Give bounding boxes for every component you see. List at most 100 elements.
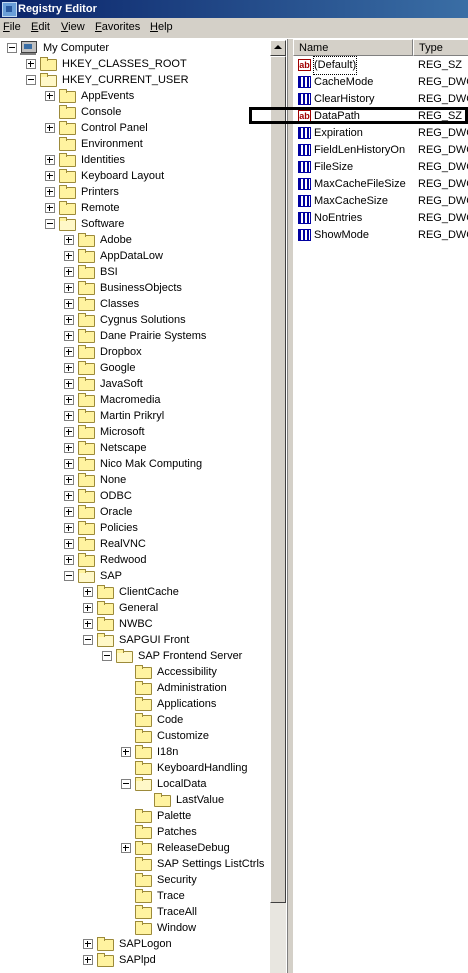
value-row[interactable]: ShowMode REG_DWC: [293, 227, 468, 244]
binary-value-icon: [298, 127, 311, 139]
tree-node-label: ClientCache: [119, 586, 179, 598]
folder-icon: [135, 889, 152, 903]
folder-icon: [78, 377, 95, 391]
column-header-name[interactable]: Name: [293, 39, 413, 56]
menu-favorites[interactable]: Favorites: [95, 21, 140, 33]
collapse-minus-icon[interactable]: [64, 571, 74, 581]
scroll-up-button[interactable]: [270, 40, 286, 56]
value-row[interactable]: ClearHistory REG_DWC: [293, 91, 468, 108]
column-header-type[interactable]: Type: [413, 39, 468, 56]
tree-node-label: Security: [157, 874, 197, 886]
scroll-thumb[interactable]: [270, 56, 286, 903]
collapse-minus-icon[interactable]: [7, 43, 17, 53]
folder-icon: [78, 233, 95, 247]
value-row[interactable]: FileSize REG_DWC: [293, 159, 468, 176]
folder-icon: [78, 313, 95, 327]
expand-plus-icon[interactable]: [121, 843, 131, 853]
collapse-minus-icon[interactable]: [26, 75, 36, 85]
expand-plus-icon[interactable]: [64, 523, 74, 533]
value-name: NoEntries: [314, 212, 363, 224]
expand-plus-icon[interactable]: [64, 299, 74, 309]
menu-view[interactable]: View: [61, 21, 85, 33]
tree-node-label: Window: [157, 922, 197, 934]
expand-plus-icon[interactable]: [64, 491, 74, 501]
expand-plus-icon[interactable]: [83, 587, 93, 597]
expand-plus-icon[interactable]: [64, 363, 74, 373]
expand-plus-icon[interactable]: [64, 427, 74, 437]
expand-plus-icon[interactable]: [45, 91, 55, 101]
menu-file[interactable]: File: [3, 21, 21, 33]
folder-icon: [59, 169, 76, 183]
value-type: REG_DWC: [418, 195, 468, 207]
expand-plus-icon[interactable]: [64, 283, 74, 293]
expand-plus-icon[interactable]: [64, 315, 74, 325]
folder-icon: [135, 921, 152, 935]
tree-node-label: Google: [100, 362, 136, 374]
expand-plus-icon[interactable]: [64, 555, 74, 565]
menu-edit[interactable]: Edit: [31, 21, 50, 33]
tree-vertical-scrollbar[interactable]: [270, 40, 286, 973]
expand-plus-icon[interactable]: [83, 939, 93, 949]
value-row[interactable]: MaxCacheFileSize REG_DWC: [293, 176, 468, 193]
expand-plus-icon[interactable]: [64, 539, 74, 549]
expand-plus-icon[interactable]: [64, 331, 74, 341]
tree-node-label: Netscape: [100, 442, 147, 454]
expand-plus-icon[interactable]: [83, 955, 93, 965]
folder-icon: [135, 729, 152, 743]
value-row[interactable]: Expiration REG_DWC: [293, 125, 468, 142]
folder-icon: [97, 617, 114, 631]
pane-splitter[interactable]: [288, 39, 292, 973]
expand-plus-icon[interactable]: [26, 59, 36, 69]
highlight-annotation-box: [249, 107, 468, 124]
collapse-minus-icon[interactable]: [121, 779, 131, 789]
expand-plus-icon[interactable]: [45, 155, 55, 165]
tree-node-label: Control Panel: [81, 122, 148, 134]
tree-node-label: Dropbox: [100, 346, 142, 358]
binary-value-icon: [298, 93, 311, 105]
folder-icon: [78, 425, 95, 439]
expand-plus-icon[interactable]: [64, 475, 74, 485]
expand-plus-icon[interactable]: [64, 507, 74, 517]
collapse-minus-icon[interactable]: [83, 635, 93, 645]
collapse-minus-icon[interactable]: [102, 651, 112, 661]
tree-node-label: Cygnus Solutions: [100, 314, 186, 326]
value-type: REG_DWC: [418, 212, 468, 224]
expand-plus-icon[interactable]: [83, 619, 93, 629]
expand-plus-icon[interactable]: [64, 411, 74, 421]
tree-node-label: Printers: [81, 186, 119, 198]
expand-plus-icon[interactable]: [64, 267, 74, 277]
expand-plus-icon[interactable]: [45, 123, 55, 133]
value-row[interactable]: FieldLenHistoryOn REG_DWC: [293, 142, 468, 159]
value-row[interactable]: CacheMode REG_DWC: [293, 74, 468, 91]
folder-icon: [59, 201, 76, 215]
expand-plus-icon[interactable]: [121, 747, 131, 757]
expand-plus-icon[interactable]: [64, 347, 74, 357]
expand-plus-icon[interactable]: [64, 459, 74, 469]
value-type: REG_DWC: [418, 161, 468, 173]
expand-plus-icon[interactable]: [45, 187, 55, 197]
expand-plus-icon[interactable]: [64, 235, 74, 245]
registry-value-list[interactable]: Name Type ab (Default) REG_SZ CacheMode REG_…: [293, 39, 468, 973]
expand-plus-icon[interactable]: [45, 171, 55, 181]
expand-plus-icon[interactable]: [45, 203, 55, 213]
value-row[interactable]: MaxCacheSize REG_DWC: [293, 193, 468, 210]
tree-node-label: Nico Mak Computing: [100, 458, 203, 470]
value-row[interactable]: ab (Default) REG_SZ: [293, 56, 468, 75]
expand-plus-icon[interactable]: [64, 379, 74, 389]
folder-icon: [59, 105, 76, 119]
tree-node-label: ODBC: [100, 490, 132, 502]
folder-icon: [78, 361, 95, 375]
folder-icon: [97, 937, 114, 951]
expand-plus-icon[interactable]: [64, 443, 74, 453]
binary-value-icon: [298, 212, 311, 224]
expand-plus-icon[interactable]: [64, 251, 74, 261]
value-row[interactable]: NoEntries REG_DWC: [293, 210, 468, 227]
registry-key-tree[interactable]: My Computer HKEY_CLASSES_ROOT HKEY_CURRENT…: [0, 39, 288, 973]
folder-open-icon: [97, 633, 114, 647]
tree-node-label: LastValue: [176, 794, 225, 806]
expand-plus-icon[interactable]: [64, 395, 74, 405]
collapse-minus-icon[interactable]: [45, 219, 55, 229]
expand-plus-icon[interactable]: [83, 603, 93, 613]
menu-help[interactable]: Help: [150, 21, 173, 33]
tree-node-label: Code: [157, 714, 184, 726]
